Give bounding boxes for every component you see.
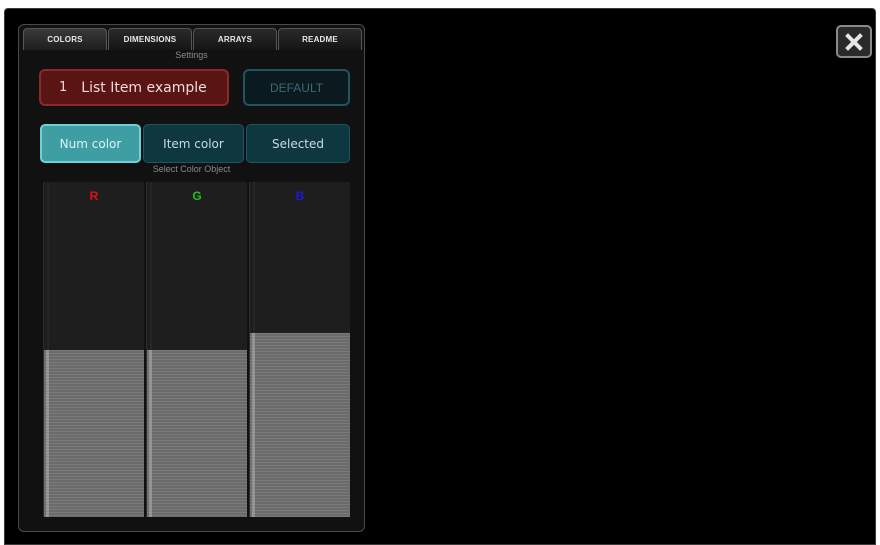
tab-arrays[interactable]: ARRAYS bbox=[193, 28, 277, 50]
rgb-sliders: R G B bbox=[43, 182, 350, 517]
list-item-preview[interactable]: 1 List Item example bbox=[39, 69, 229, 106]
fill-highlight bbox=[252, 332, 255, 517]
num-color-button[interactable]: Num color bbox=[40, 124, 141, 163]
selected-color-button[interactable]: Selected bbox=[246, 124, 350, 163]
tab-colors[interactable]: COLORS bbox=[23, 28, 107, 50]
blue-slider-fill bbox=[250, 332, 350, 517]
list-item-number: 1 bbox=[59, 80, 68, 95]
red-slider[interactable]: R bbox=[43, 182, 144, 517]
tab-bar: COLORS DIMENSIONS ARRAYS README bbox=[23, 28, 363, 50]
green-slider[interactable]: G bbox=[146, 182, 247, 517]
tab-readme[interactable]: README bbox=[278, 28, 362, 50]
green-slider-fill bbox=[147, 349, 247, 517]
settings-panel: COLORS DIMENSIONS ARRAYS README Settings… bbox=[18, 24, 365, 532]
select-color-object-caption: Select Color Object bbox=[152, 164, 231, 174]
red-slider-fill bbox=[44, 349, 144, 517]
default-button[interactable]: DEFAULT bbox=[243, 69, 350, 106]
fill-highlight bbox=[149, 349, 152, 517]
close-icon bbox=[845, 32, 863, 51]
close-button[interactable] bbox=[836, 25, 872, 58]
blue-slider[interactable]: B bbox=[249, 182, 350, 517]
green-label: G bbox=[192, 189, 202, 203]
app-window: COLORS DIMENSIONS ARRAYS README Settings… bbox=[4, 8, 876, 545]
item-color-button[interactable]: Item color bbox=[143, 124, 244, 163]
settings-caption: Settings bbox=[175, 50, 208, 60]
list-item-text: List Item example bbox=[81, 79, 207, 96]
tab-dimensions[interactable]: DIMENSIONS bbox=[108, 28, 192, 50]
blue-label: B bbox=[295, 189, 305, 203]
fill-highlight bbox=[46, 349, 49, 517]
red-label: R bbox=[89, 189, 99, 203]
